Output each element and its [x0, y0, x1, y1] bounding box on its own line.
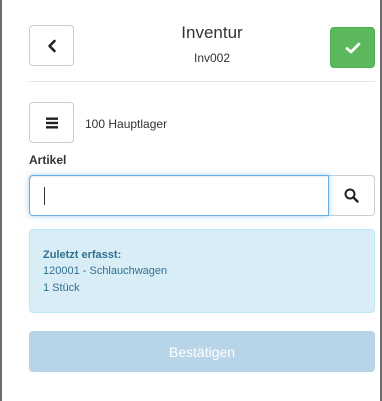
- last-recorded-quantity: 1 Stück: [43, 282, 80, 294]
- article-label: Artikel: [29, 153, 67, 167]
- last-recorded-item: 120001 - Schlauchwagen: [43, 265, 168, 277]
- last-recorded-panel: Zuletzt erfasst: 120001 - Schlauchwagen …: [29, 229, 375, 313]
- warehouse-label: 100 Hauptlager: [85, 117, 168, 131]
- article-input[interactable]: [29, 175, 329, 216]
- header-divider: [29, 81, 375, 82]
- chevron-left-icon: [47, 39, 56, 52]
- location-menu-button[interactable]: [29, 102, 74, 143]
- menu-icon: [45, 117, 58, 128]
- submit-button[interactable]: Bestätigen: [29, 331, 375, 372]
- search-icon: [344, 188, 359, 203]
- article-input-group: [29, 175, 375, 216]
- back-button[interactable]: [29, 25, 74, 66]
- page-subtitle: Inv002: [193, 51, 231, 65]
- page-title: Inventur: [181, 23, 243, 42]
- check-icon: [345, 42, 360, 53]
- article-search-button[interactable]: [329, 175, 375, 216]
- header: Inventur Inv002: [2, 0, 380, 82]
- last-recorded-title: Zuletzt erfasst:: [43, 249, 122, 261]
- confirm-button[interactable]: [330, 27, 375, 68]
- inventory-screen: Inventur Inv002 100 Hauptlager Artikel Z…: [0, 0, 382, 401]
- text-caret: [44, 187, 45, 205]
